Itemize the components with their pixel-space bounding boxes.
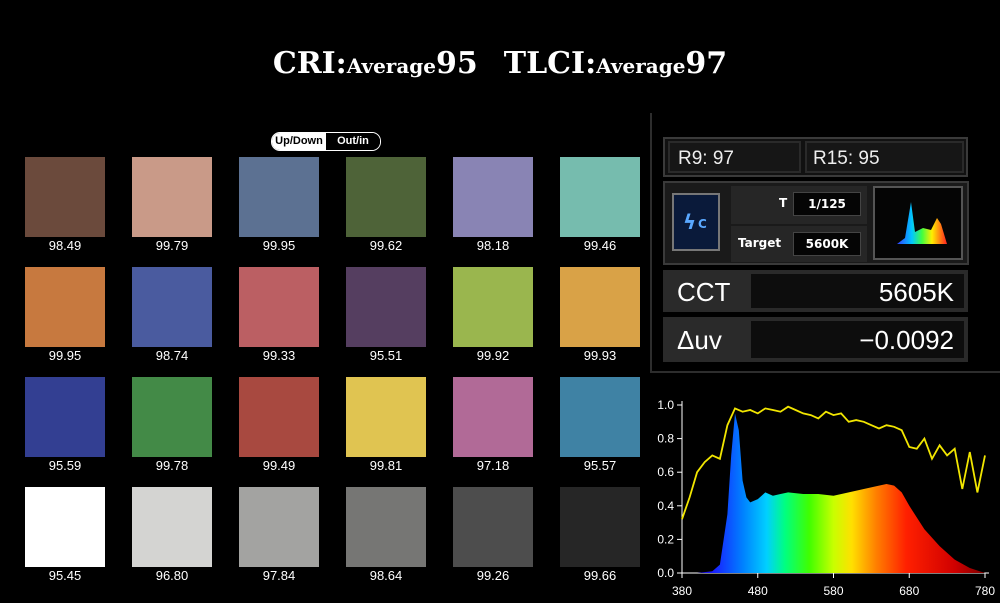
color-swatch [560,157,640,237]
color-swatch [239,157,319,237]
swatch-value: 98.18 [476,238,510,253]
y-tick-label: 0.8 [657,432,674,446]
color-swatch [132,157,212,237]
shutter-value: 1/125 [793,192,861,216]
color-swatch [560,267,640,347]
flash-c-icon: ϟ C [683,210,707,234]
swatch-value: 96.80 [155,568,189,583]
view-toggle[interactable]: Up/Down Out/in [271,132,381,151]
spectrum-thumbnail-icon [897,202,947,244]
swatch-value: 95.57 [583,458,617,473]
swatch-value: 99.26 [476,568,510,583]
cct-row: CCT 5605K [663,270,968,312]
swatch-value: 99.78 [155,458,189,473]
color-swatch [346,267,426,347]
tlci-label: TLCI: [503,46,597,81]
color-swatch [25,267,105,347]
swatch-value: 95.45 [48,568,82,583]
cri-label: CRI: [272,46,347,81]
cri-value: 95 [436,46,478,81]
duv-row: Δuv −0.0092 [663,317,968,362]
color-swatch [239,377,319,457]
color-swatch [453,157,533,237]
swatch-value: 99.95 [262,238,296,253]
tlci-average-word: Average [596,54,686,78]
x-tick-label: 780 [975,584,995,598]
color-swatch [560,377,640,457]
spectrum-thumbnail-button[interactable] [873,186,963,260]
swatch-value: 98.64 [369,568,403,583]
color-swatch [25,487,105,567]
cct-label: CCT [677,277,731,307]
spectral-power-area [682,413,985,573]
svg-text:C: C [698,217,707,231]
y-tick-label: 0.2 [657,532,674,546]
swatch-value: 99.79 [155,238,189,253]
swatch-value: 98.74 [155,348,189,363]
color-swatch [453,267,533,347]
duv-label: Δuv [677,325,722,355]
swatch-value: 99.95 [48,348,82,363]
swatch-value: 99.33 [262,348,296,363]
y-tick-label: 0.0 [657,566,674,580]
shutter-label: T [779,196,788,210]
swatch-value: 98.49 [48,238,82,253]
color-swatch [25,377,105,457]
x-tick-label: 380 [672,584,692,598]
tlci-value: 97 [685,46,728,81]
x-tick-label: 680 [899,584,919,598]
target-label: Target [738,236,782,250]
duv-value: −0.0092 [859,325,954,355]
y-tick-label: 0.6 [657,465,674,479]
flash-mode-button[interactable]: ϟ C [672,193,720,251]
cct-value-box: 5605K [751,274,964,308]
swatch-value: 95.59 [48,458,82,473]
color-swatch [453,487,533,567]
page-title: CRI:Average95 TLCI:Average97 [0,46,1000,81]
color-swatch [560,487,640,567]
swatch-value: 95.51 [369,348,403,363]
color-swatch [132,267,212,347]
spectrum-chart: 380 480 580 680 780 0.0 0.2 0.4 0.6 0.8 1.0 [657,398,995,598]
swatch-value: 99.62 [369,238,403,253]
color-swatch [25,157,105,237]
color-swatch [346,487,426,567]
x-tick-label: 480 [748,584,768,598]
swatch-value: 97.18 [476,458,510,473]
r9-value: R9: 97 [678,148,734,169]
color-swatch [346,377,426,457]
swatch-value: 97.84 [262,568,296,583]
r15-value: R15: 95 [813,148,880,169]
swatch-value: 99.49 [262,458,296,473]
target-value: 5600K [793,232,861,256]
swatch-value: 99.93 [583,348,617,363]
swatch-value: 99.46 [583,238,617,253]
y-tick-label: 0.4 [657,499,674,513]
svg-text:ϟ: ϟ [683,210,696,234]
duv-value-box: −0.0092 [751,321,964,358]
chart-series [681,405,986,573]
cct-value: 5605K [878,277,954,307]
x-tick-label: 580 [823,584,843,598]
color-swatch [453,377,533,457]
r9-box: R9: 97 [668,141,801,173]
r15-box: R15: 95 [805,141,964,173]
swatch-value: 99.66 [583,568,617,583]
shutter-row: T 1/125 [731,186,867,224]
toggle-out-in[interactable]: Out/in [326,133,380,150]
toggle-up-down[interactable]: Up/Down [272,133,326,150]
color-swatch [239,267,319,347]
swatch-value: 99.81 [369,458,403,473]
target-row: Target 5600K [731,226,867,262]
color-swatch [132,377,212,457]
panel-divider [650,113,652,371]
color-swatch [346,157,426,237]
color-swatch [132,487,212,567]
cri-average-word: Average [346,54,436,78]
swatch-value: 99.92 [476,348,510,363]
color-swatch [239,487,319,567]
y-tick-label: 1.0 [657,398,674,412]
